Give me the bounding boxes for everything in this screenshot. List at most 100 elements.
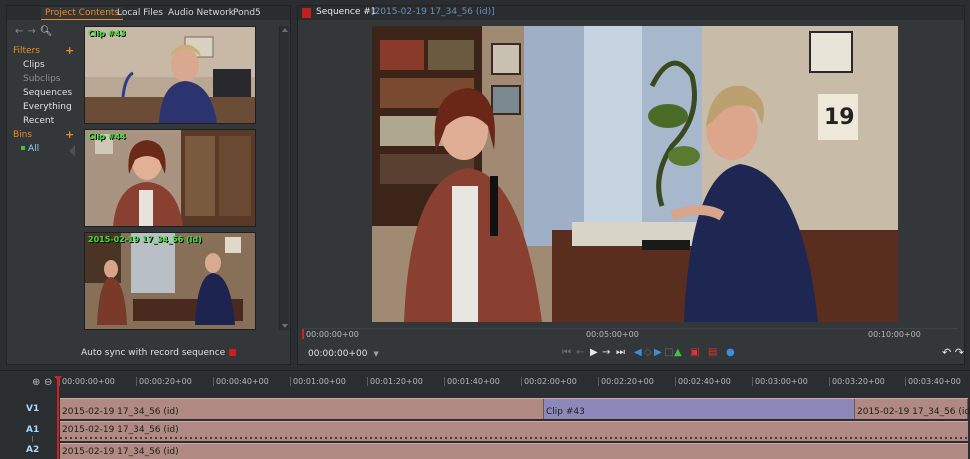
clip-thumbnail[interactable]: Clip #43 [84, 26, 256, 124]
clip-label: Clip #43 [88, 29, 126, 38]
timeline-ruler-tick: 00:03:40+00 [905, 377, 961, 386]
timeline-ruler-tick: 00:02:40+00 [675, 377, 731, 386]
timeline-ruler-tick: 00:01:40+00 [444, 377, 500, 386]
timeline-ruler-tick: 00:00:20+00 [136, 377, 192, 386]
timeline-ruler[interactable]: 00:00:00+00 00:00:20+00 00:00:40+00 00:0… [58, 375, 970, 389]
filters-heading: Filters [13, 46, 40, 56]
track-link-line [32, 436, 33, 442]
marker-icon[interactable]: ◇ [644, 347, 652, 358]
undo-redo-group: ↶ ↷ [942, 346, 964, 359]
timeline-audio-clip[interactable]: 2015-02-19 17_34_56 (id) [60, 422, 968, 441]
track-a2[interactable]: 2015-02-19 17_34_56 (id) [60, 443, 968, 459]
filter-clips[interactable]: Clips [23, 60, 45, 70]
clip-thumbnail[interactable]: Clip #44 [84, 129, 256, 227]
clip-label: Clip #44 [88, 132, 126, 141]
bins-heading: Bins [13, 130, 33, 140]
step-forward-icon[interactable]: → [602, 347, 610, 358]
filter-recent[interactable]: Recent [23, 116, 54, 126]
timeline-clip-label: 2015-02-19 17_34_56 (id) [62, 447, 179, 457]
audio-waveform [60, 437, 968, 439]
tab-pond5[interactable]: Pond5 [229, 7, 265, 20]
tab-local-files[interactable]: Local Files [113, 7, 167, 20]
search-icon[interactable]: 🔍︎ [40, 26, 53, 37]
clip-label: 2015-02-19 17_34_56 (id) [88, 235, 202, 244]
current-timecode-value: 00:00:00+00 [308, 349, 368, 359]
scroll-down-icon[interactable] [282, 324, 288, 328]
filters-sidebar: ← → 🔍︎ Filters + Clips Subclips Sequences … [7, 22, 75, 364]
nav-row: ← → 🔍︎ [15, 26, 56, 37]
collapse-sidebar-arrow-icon[interactable] [69, 145, 75, 157]
timeline-ruler-tick: 00:01:20+00 [367, 377, 423, 386]
monitor-timecode-ruler[interactable]: 00:00:00+00 00:05:00+00 00:10:00+00 [302, 328, 958, 339]
monitor-ruler-tick: 00:00:00+00 [306, 330, 359, 339]
sequence-flag-icon [302, 8, 311, 18]
chevron-down-icon[interactable]: ▼ [373, 350, 378, 358]
autosync-label: Auto sync with record sequence [81, 348, 226, 358]
clip-43-thumbnail-image [85, 27, 255, 123]
monitor-header: Sequence #1 [2015-02-19 17_34_56 (id)] [298, 6, 964, 20]
track-a1[interactable]: 2015-02-19 17_34_56 (id) [60, 421, 968, 441]
browser-tabs: Project Contents Local Files Audio Netwo… [7, 6, 290, 20]
timeline-ruler-tick: 00:01:00+00 [290, 377, 346, 386]
sequence-name: Sequence #1 [316, 7, 377, 17]
timeline-clip-label: 2015-02-19 17_34_56 (id) [62, 407, 179, 417]
track-label-a2[interactable]: A2 [26, 445, 39, 455]
timeline-clip[interactable]: 2015-02-19 17_34_56 (id) [854, 399, 970, 419]
zoom-out-icon[interactable]: ⊖ [44, 377, 52, 388]
filter-subclips[interactable]: Subclips [23, 74, 60, 84]
bin-status-dot [21, 146, 25, 150]
record-monitor: Sequence #1 [2015-02-19 17_34_56 (id)] 1… [297, 5, 965, 365]
timeline-ruler-tick: 00:02:00+00 [521, 377, 577, 386]
timeline-clip[interactable]: 2015-02-19 17_34_56 (id) [60, 399, 544, 419]
timeline-clip-selected[interactable]: Clip #43 [544, 399, 854, 419]
overwrite-edit-icon[interactable]: ▤ [708, 347, 717, 358]
record-indicator-icon[interactable] [229, 349, 237, 356]
mark-out-icon[interactable]: ▶︎ [654, 347, 662, 358]
tab-project-contents[interactable]: Project Contents [41, 7, 124, 20]
play-icon[interactable]: ▶︎ [590, 347, 598, 358]
browser-panel: Project Contents Local Files Audio Netwo… [6, 5, 291, 365]
go-to-end-icon[interactable]: ⏭︎ [616, 347, 625, 358]
add-bin-icon[interactable]: + [65, 129, 74, 140]
zoom-in-icon[interactable]: ⊕ [32, 377, 40, 388]
clip-grid-scrollbar[interactable] [279, 26, 289, 330]
monitor-playhead[interactable] [302, 329, 304, 339]
scroll-up-icon[interactable] [282, 28, 288, 32]
timeline-ruler-tick: 00:03:00+00 [752, 377, 808, 386]
forward-arrow-icon[interactable]: → [27, 26, 35, 37]
add-marker-icon[interactable]: ▲︎ [674, 347, 682, 358]
redo-icon[interactable]: ↷ [955, 346, 964, 359]
clip-thumbnail[interactable]: 2015-02-19 17_34_56 (id) [84, 232, 256, 330]
filter-sequences[interactable]: Sequences [23, 88, 72, 98]
undo-icon[interactable]: ↶ [942, 346, 951, 359]
timeline-audio-clip[interactable]: 2015-02-19 17_34_56 (id) [60, 444, 968, 459]
mark-in-icon[interactable]: ◀︎ [634, 347, 642, 358]
autosync-toggle[interactable]: Auto sync with record sequence [81, 348, 237, 358]
track-label-a1[interactable]: A1 [26, 425, 39, 435]
filter-everything[interactable]: Everything [23, 102, 72, 112]
video-viewer[interactable]: 19 [372, 26, 898, 322]
clip-44-thumbnail-image [85, 130, 255, 226]
track-label-v1[interactable]: V1 [26, 404, 39, 414]
bin-all[interactable]: All [21, 144, 39, 154]
timeline-panel: ⊕ ⊖ 00:00:00+00 00:00:20+00 00:00:40+00 … [0, 370, 970, 459]
insert-edit-icon[interactable]: ▣ [690, 347, 699, 358]
back-arrow-icon[interactable]: ← [15, 26, 23, 37]
go-to-start-icon[interactable]: ⏮︎ [562, 347, 571, 358]
clear-marks-icon[interactable]: □ [664, 347, 673, 358]
timeline-ruler-tick: 00:00:00+00 [59, 377, 115, 386]
video-frame-image: 19 [372, 26, 898, 322]
voiceover-mic-icon[interactable]: ● [726, 347, 735, 358]
sequence-thumbnail-image [85, 233, 255, 329]
bin-all-label: All [28, 144, 40, 154]
add-filter-icon[interactable]: + [65, 45, 74, 56]
timeline-playhead[interactable] [57, 377, 59, 459]
monitor-ruler-tick: 00:05:00+00 [586, 330, 639, 339]
step-back-icon[interactable]: ← [576, 347, 584, 358]
current-timecode[interactable]: 00:00:00+00 ▼ [308, 349, 379, 359]
svg-text:19: 19 [824, 105, 855, 130]
track-v1[interactable]: 2015-02-19 17_34_56 (id) Clip #43 2015-0… [60, 398, 970, 419]
timeline-ruler-tick: 00:00:40+00 [213, 377, 269, 386]
sequence-id: [2015-02-19 17_34_56 (id)] [371, 7, 495, 17]
tab-audio-network[interactable]: Audio Network [164, 7, 238, 20]
